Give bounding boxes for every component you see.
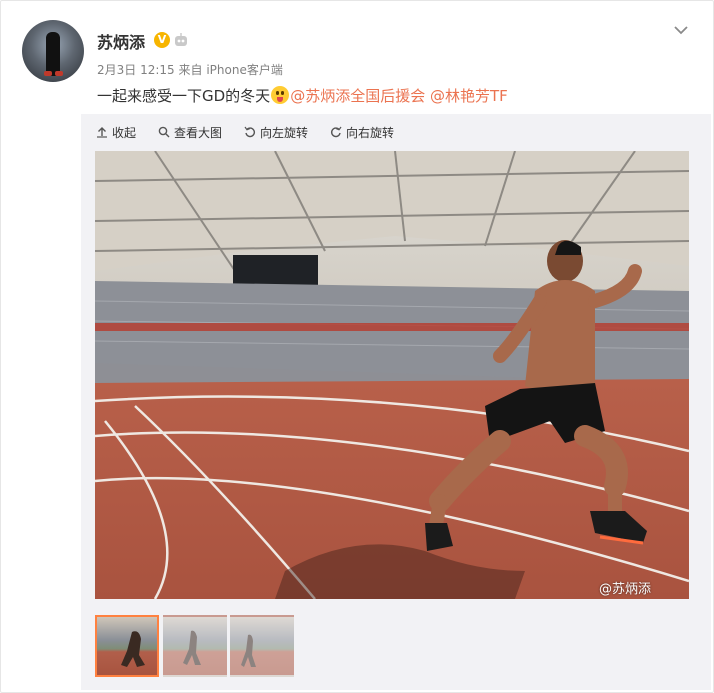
- collapse-icon: [97, 127, 107, 138]
- post-photo[interactable]: [95, 151, 689, 599]
- source-prefix: 来自: [178, 63, 203, 77]
- chevron-down-icon[interactable]: [672, 21, 690, 39]
- rotate-left-button[interactable]: 向左旋转: [244, 123, 308, 141]
- rotate-right-button[interactable]: 向右旋转: [330, 123, 394, 141]
- thumbnail-image: [121, 631, 145, 667]
- mention-link[interactable]: @林艳芳TF: [430, 87, 508, 105]
- post-text: 一起来感受一下GD的冬天 @苏炳添全国后援会 @林艳芳TF: [97, 85, 508, 106]
- collapse-label: 收起: [112, 125, 137, 140]
- search-icon: [158, 126, 170, 138]
- post-body: 一起来感受一下GD的冬天: [97, 87, 271, 105]
- collapse-button[interactable]: 收起: [96, 123, 136, 141]
- avatar[interactable]: [22, 20, 84, 82]
- thumbnail-image: [241, 634, 256, 667]
- media-toolbar: 收起 查看大图 向左旋转 向右旋转: [96, 123, 394, 141]
- tongue-emoji-icon: [271, 86, 290, 104]
- thumbnail-3[interactable]: [230, 615, 294, 677]
- mention-link[interactable]: @苏炳添全国后援会: [290, 87, 425, 105]
- thumbnail-1[interactable]: [95, 615, 159, 677]
- rotate-right-icon: [331, 126, 342, 138]
- weibo-post-card: 苏炳添 V 2月3日 12:15 来自 iPhone客户端 一起来感受一下GD的…: [0, 0, 714, 693]
- post-source[interactable]: iPhone客户端: [206, 63, 283, 77]
- post-timestamp[interactable]: 2月3日 12:15: [97, 63, 175, 77]
- rotate-left-icon: [244, 126, 256, 138]
- thumbnail-image: [183, 630, 201, 665]
- photo-watermark: @苏炳添: [599, 582, 652, 597]
- view-large-label: 查看大图: [174, 125, 223, 140]
- rotate-left-label: 向左旋转: [260, 125, 309, 140]
- stadium-sprinter-image: [95, 151, 689, 599]
- rotate-right-label: 向右旋转: [346, 125, 395, 140]
- robot-icon[interactable]: [173, 32, 189, 48]
- post-meta: 2月3日 12:15 来自 iPhone客户端: [97, 61, 283, 78]
- view-large-button[interactable]: 查看大图: [158, 123, 222, 141]
- thumbnail-2[interactable]: [163, 615, 227, 677]
- avatar-shoe: [55, 71, 63, 76]
- username[interactable]: 苏炳添: [97, 29, 145, 53]
- avatar-shoe: [44, 71, 52, 76]
- avatar-figure: [46, 32, 60, 76]
- verified-badge-icon[interactable]: V: [154, 32, 170, 48]
